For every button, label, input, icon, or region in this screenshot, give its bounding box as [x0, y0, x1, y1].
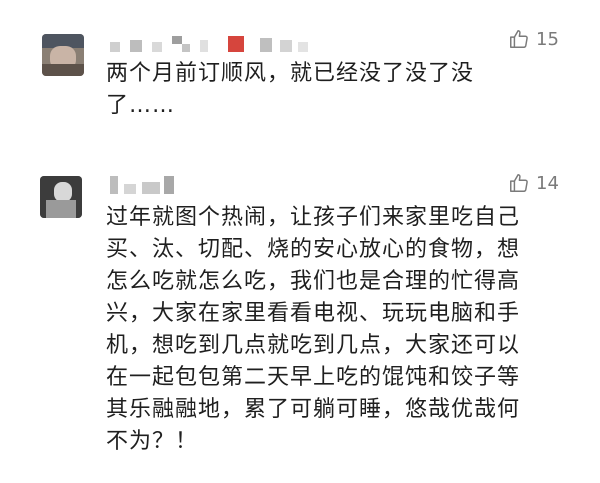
comment-line: 怎么吃就怎么吃，我们也是合理的忙得高: [106, 269, 521, 294]
avatar[interactable]: [40, 176, 82, 218]
comment-line: 机，想吃到几点就吃到几点，大家还可以: [106, 333, 521, 358]
avatar[interactable]: [42, 34, 84, 76]
like-button[interactable]: 15: [508, 28, 559, 50]
username-redacted[interactable]: [110, 36, 310, 54]
comment-line: 其乐融融地，累了可躺可睡，悠哉优哉何: [106, 397, 521, 422]
comment-line: 了……: [106, 93, 176, 118]
comment-text: 两个月前订顺风，就已经没了没了没 了……: [106, 58, 586, 122]
comment-line: 买、汰、切配、烧的安心放心的食物，想: [106, 237, 521, 262]
comment-line: 两个月前订顺风，就已经没了没了没: [106, 61, 475, 86]
like-count: 15: [536, 28, 559, 50]
thumbs-up-icon: [508, 172, 530, 194]
comment-line: 在一起包包第二天早上吃的馄饨和饺子等: [106, 365, 521, 390]
comment-item: 14 过年就图个热闹，让孩子们来家里吃自己 买、汰、切配、烧的安心放心的食物，想…: [0, 150, 600, 483]
comment-line: 过年就图个热闹，让孩子们来家里吃自己: [106, 205, 521, 230]
comment-line: 兴，大家在家里看看电视、玩玩电脑和手: [106, 301, 521, 326]
comment-item: 15 两个月前订顺风，就已经没了没了没 了……: [0, 0, 600, 150]
username-redacted[interactable]: [110, 176, 200, 194]
comment-text: 过年就图个热闹，让孩子们来家里吃自己 买、汰、切配、烧的安心放心的食物，想 怎么…: [106, 202, 586, 458]
comment-line: 不为？！: [106, 429, 199, 454]
thumbs-up-icon: [508, 28, 530, 50]
like-count: 14: [536, 172, 559, 194]
like-button[interactable]: 14: [508, 172, 559, 194]
